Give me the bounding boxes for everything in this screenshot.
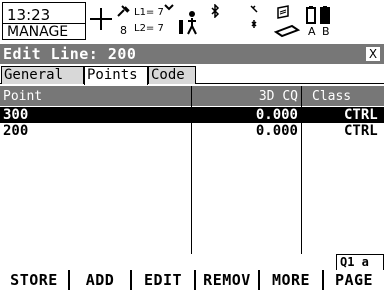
close-icon[interactable]: X [366,47,380,61]
softkey-bar: STORE ADD EDIT REMOV MORE PAGE [0,270,384,290]
table-header: Point 3D CQ Class [0,86,384,106]
clock-time: 13:23 [7,6,51,24]
mode-label: MANAGE [7,24,69,40]
store-button[interactable]: STORE [0,270,70,290]
battery-a-icon [306,6,316,24]
page-button[interactable]: PAGE [324,270,384,290]
tab-general[interactable]: General [1,66,84,84]
column-header-point[interactable]: Point [3,89,42,104]
position-crosshair-icon [90,8,112,30]
status-icons: 8 L1= 7 L2= 7 A B [88,2,384,40]
tab-code[interactable]: Code [148,66,196,84]
tab-bar: General Points Code [0,64,384,85]
cell-class: CTRL [344,107,378,123]
cell-3d-cq: 0.000 [255,123,298,139]
more-button[interactable]: MORE [260,270,324,290]
satellite-count: 8 [120,24,127,37]
table-row[interactable]: 300 0.000 CTRL [0,107,384,123]
memory-card-icon [274,5,301,38]
radio-link-icon [250,5,258,28]
column-divider [191,86,192,254]
table-row[interactable]: 200 0.000 CTRL [0,123,384,139]
battery-a-label: A [308,25,316,38]
points-table: Point 3D CQ Class 300 0.000 CTRL 200 0.0… [0,86,384,254]
signal-arrow-icon [164,4,174,11]
tab-points[interactable]: Points [84,66,148,85]
surveyor-icon [179,11,197,35]
battery-b-icon [320,6,330,24]
time-mode-box: 13:23 MANAGE [2,2,86,40]
cell-point: 200 [3,123,29,139]
bluetooth-icon [211,4,220,18]
cell-3d-cq: 0.000 [255,107,298,123]
column-header-class[interactable]: Class [312,89,351,104]
l2-satellites: L2= 7 [134,23,164,34]
column-header-3d-cq[interactable]: 3D CQ [259,89,298,104]
satellite-icon [117,5,130,17]
cell-class: CTRL [344,123,378,139]
column-divider [301,86,302,254]
battery-b-label: B [322,25,330,38]
remove-button[interactable]: REMOV [196,270,260,290]
status-bar: 13:23 MANAGE 8 L1= 7 L2= 7 A B [0,0,384,44]
page-title: Edit Line: 200 [3,45,137,63]
title-bar: Edit Line: 200 X [0,44,384,64]
cell-point: 300 [3,107,29,123]
input-mode-indicator: Q1 a ⇧ [336,254,384,284]
l1-satellites: L1= 7 [134,7,164,18]
edit-button[interactable]: EDIT [132,270,196,290]
add-button[interactable]: ADD [70,270,132,290]
